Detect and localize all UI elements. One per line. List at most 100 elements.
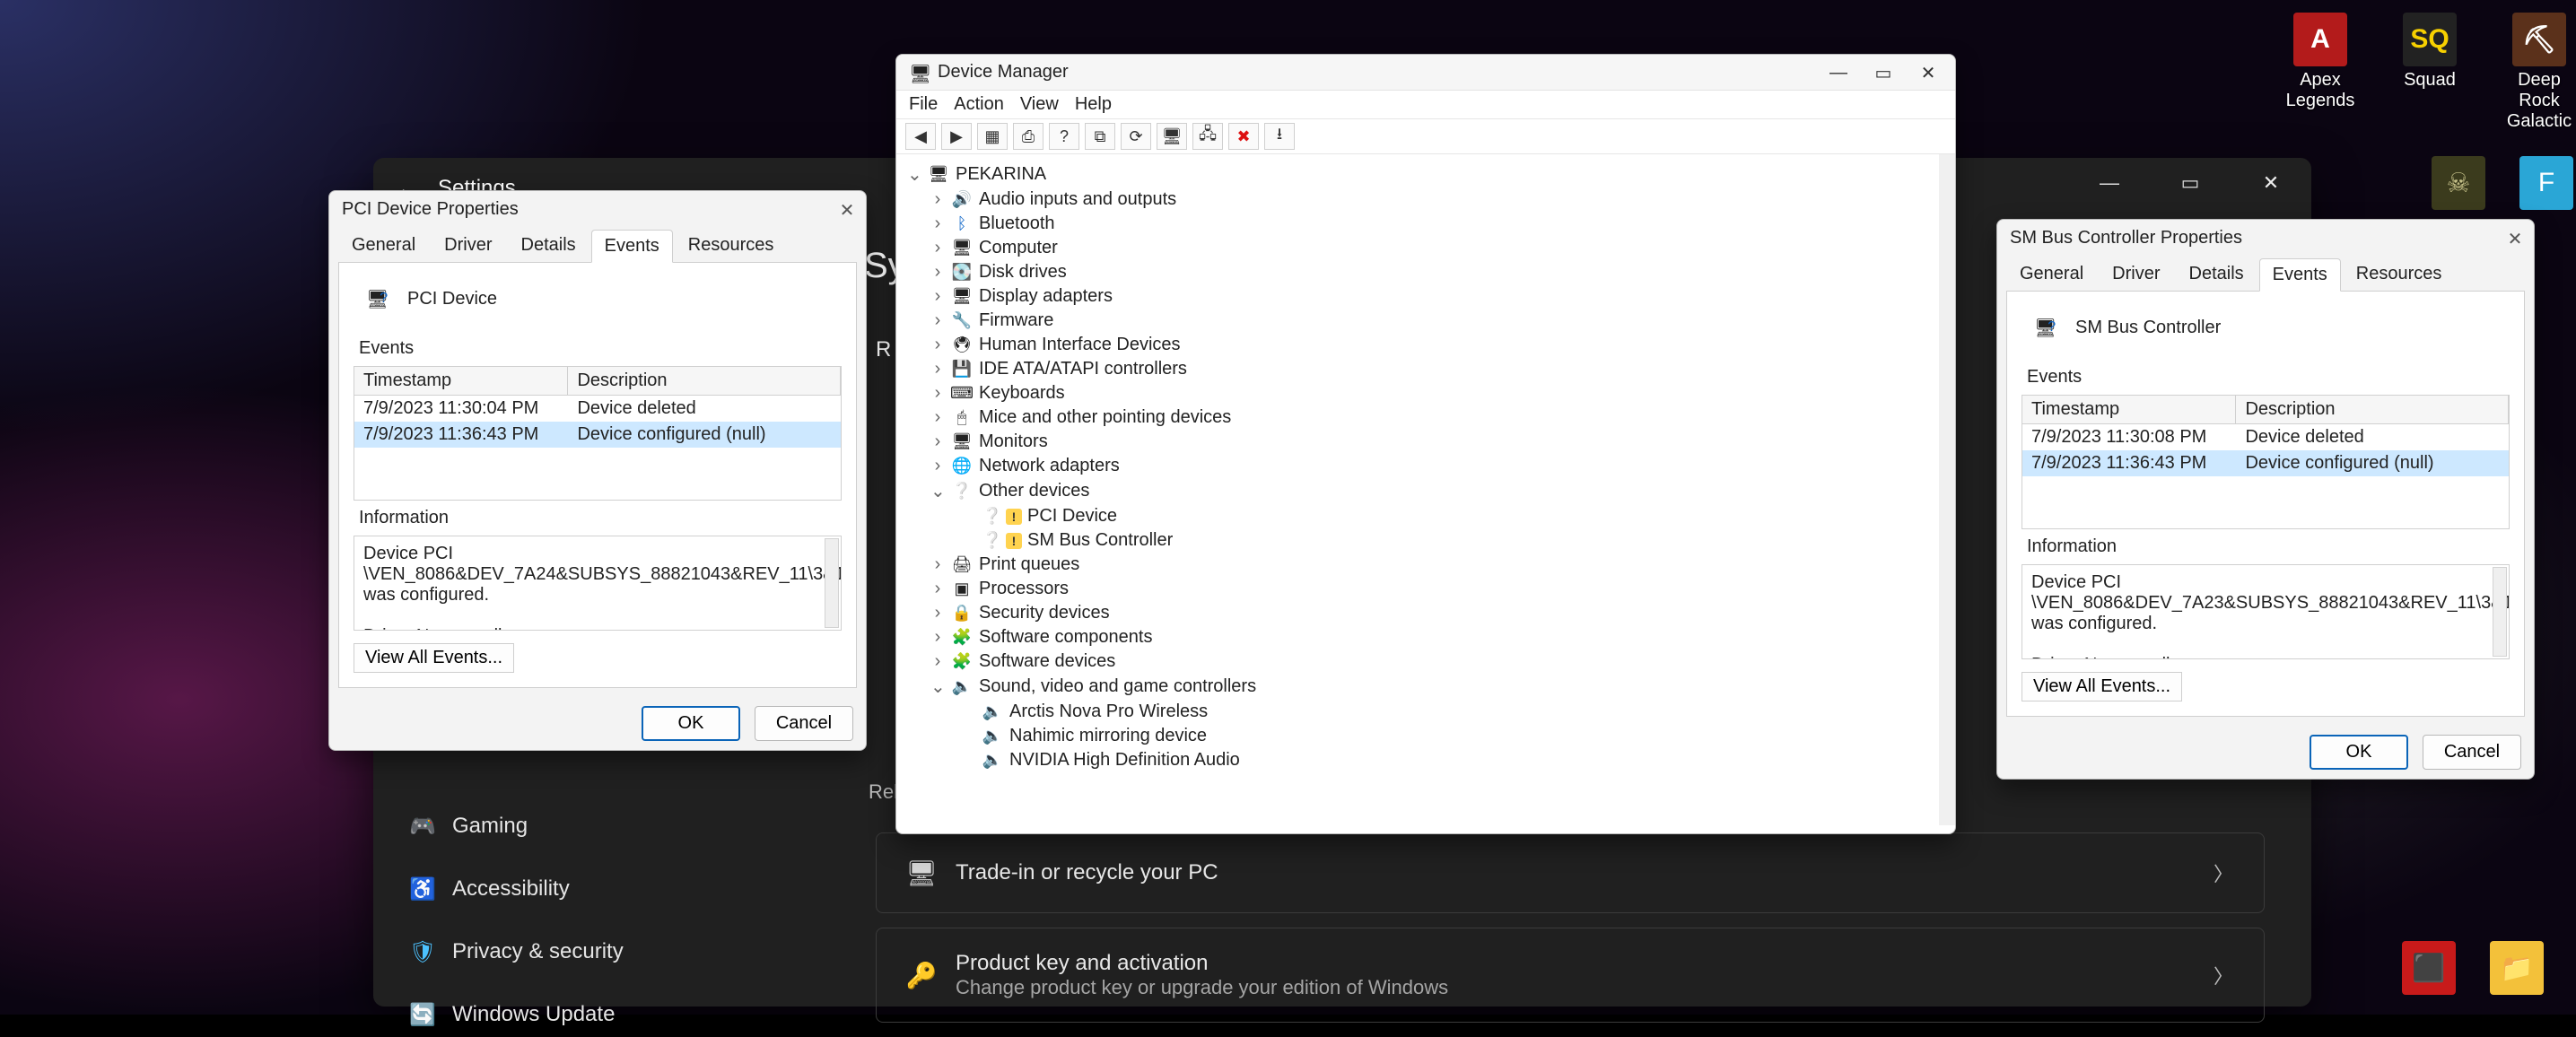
tab[interactable]: Details <box>508 229 589 262</box>
desktop-shortcut[interactable]: SQSquad <box>2392 13 2467 132</box>
column-header[interactable]: Description <box>568 367 841 395</box>
titlebar[interactable]: PCI Device Properties ✕ <box>329 191 866 227</box>
cancel-button[interactable]: Cancel <box>755 706 853 741</box>
tree-node[interactable]: ⌄🔈Sound, video and game controllers <box>907 674 1928 700</box>
tree-node[interactable]: ⌄❔Other devices <box>907 478 1928 504</box>
tab[interactable]: Driver <box>2099 257 2173 291</box>
close-button[interactable]: ✕ <box>2245 165 2297 201</box>
tree-node[interactable]: ›💽Disk drives <box>907 260 1928 284</box>
tab[interactable]: Events <box>2259 258 2341 292</box>
tree-twisty-icon[interactable]: › <box>930 431 945 452</box>
column-header[interactable]: Timestamp <box>2022 396 2236 423</box>
tab[interactable]: General <box>2006 257 2097 291</box>
tree-node[interactable]: ❔!PCI Device <box>907 504 1928 528</box>
tree-node[interactable]: ›🧩Software devices <box>907 649 1928 674</box>
tree-node[interactable]: ❔!SM Bus Controller <box>907 528 1928 553</box>
sidebar-item[interactable]: 🔄Windows Update <box>397 992 684 1037</box>
tree-node[interactable]: ›🔒Security devices <box>907 601 1928 625</box>
tree-twisty-icon[interactable]: › <box>930 238 945 258</box>
column-header[interactable]: Description <box>2236 396 2509 423</box>
tree-node[interactable]: ›🖨Print queues <box>907 553 1928 577</box>
tree-twisty-icon[interactable]: › <box>930 189 945 210</box>
tree-twisty-icon[interactable]: › <box>930 603 945 623</box>
toolbar-button[interactable]: ⭳ <box>1264 123 1295 150</box>
tree-node[interactable]: ›🌐Network adapters <box>907 454 1928 478</box>
desktop-shortcut[interactable]: 📁 <box>2490 941 2544 995</box>
tree-twisty-icon[interactable]: › <box>930 262 945 283</box>
event-row[interactable]: 7/9/2023 11:30:04 PMDevice deleted <box>354 396 841 422</box>
minimize-button[interactable]: — <box>2083 165 2135 201</box>
desktop-shortcut[interactable]: ⬛ <box>2402 941 2456 995</box>
ok-button[interactable]: OK <box>2310 735 2408 770</box>
close-button[interactable]: ✕ <box>834 196 860 223</box>
device-tree[interactable]: ⌄🖥PEKARINA›🔊Audio inputs and outputs›ᛒBl… <box>896 154 1955 825</box>
trade-in-card[interactable]: 🖥 Trade-in or recycle your PC 〉 <box>876 832 2265 913</box>
tree-node[interactable]: ›🔧Firmware <box>907 309 1928 333</box>
toolbar-button[interactable]: 🖥 <box>1157 123 1187 150</box>
maximize-button[interactable]: ▭ <box>2164 165 2216 201</box>
tree-twisty-icon[interactable]: ⌄ <box>907 163 921 186</box>
tree-node[interactable]: ›🧩Software components <box>907 625 1928 649</box>
tree-node[interactable]: ⌄🖥PEKARINA <box>907 161 1928 187</box>
view-all-events-button[interactable]: View All Events... <box>2022 672 2182 702</box>
tree-node[interactable]: ›🔊Audio inputs and outputs <box>907 187 1928 212</box>
tab[interactable]: Events <box>591 230 673 263</box>
events-list[interactable]: TimestampDescription7/9/2023 11:30:04 PM… <box>354 366 842 501</box>
tree-twisty-icon[interactable]: › <box>930 579 945 599</box>
tree-node[interactable]: 🔈Arctis Nova Pro Wireless <box>907 700 1928 724</box>
minimize-button[interactable]: — <box>1819 58 1858 87</box>
tree-twisty-icon[interactable]: › <box>930 627 945 648</box>
sidebar-item[interactable]: 🛡Privacy & security <box>397 929 684 974</box>
maximize-button[interactable]: ▭ <box>1864 58 1903 87</box>
sidebar-item[interactable]: 🎮Gaming <box>397 804 684 849</box>
scrollbar[interactable] <box>825 538 839 628</box>
column-header[interactable]: Timestamp <box>354 367 568 395</box>
tree-node[interactable]: ›ᛒBluetooth <box>907 212 1928 236</box>
tree-twisty-icon[interactable]: ⌄ <box>930 675 945 698</box>
toolbar-button[interactable]: ⎙ <box>1013 123 1043 150</box>
tab[interactable]: General <box>338 229 429 262</box>
toolbar-button[interactable]: ✖ <box>1228 123 1259 150</box>
cancel-button[interactable]: Cancel <box>2423 735 2521 770</box>
close-button[interactable]: ✕ <box>1908 58 1948 87</box>
close-button[interactable]: ✕ <box>2502 225 2528 252</box>
tree-node[interactable]: ›🖥Monitors <box>907 430 1928 454</box>
tree-node[interactable]: ›🖥Computer <box>907 236 1928 260</box>
tree-node[interactable]: ›▣Processors <box>907 577 1928 601</box>
tree-twisty-icon[interactable]: › <box>930 335 945 355</box>
tab[interactable]: Resources <box>2343 257 2456 291</box>
event-row[interactable]: 7/9/2023 11:30:08 PMDevice deleted <box>2022 424 2509 450</box>
desktop-shortcut[interactable]: F <box>2519 156 2573 210</box>
tree-twisty-icon[interactable]: › <box>930 383 945 404</box>
toolbar-button[interactable]: 🖧 <box>1192 123 1223 150</box>
tree-twisty-icon[interactable]: › <box>930 214 945 234</box>
event-row[interactable]: 7/9/2023 11:36:43 PMDevice configured (n… <box>2022 450 2509 476</box>
view-all-events-button[interactable]: View All Events... <box>354 643 514 673</box>
toolbar-button[interactable]: ? <box>1049 123 1079 150</box>
tree-twisty-icon[interactable]: › <box>930 456 945 476</box>
event-row[interactable]: 7/9/2023 11:36:43 PMDevice configured (n… <box>354 422 841 448</box>
tree-node[interactable]: 🔈NVIDIA High Definition Audio <box>907 748 1928 772</box>
events-list[interactable]: TimestampDescription7/9/2023 11:30:08 PM… <box>2022 395 2510 529</box>
toolbar-button[interactable]: ▦ <box>977 123 1008 150</box>
desktop-shortcut[interactable]: ☠ <box>2432 156 2485 210</box>
titlebar[interactable]: 🖥 Device Manager — ▭ ✕ <box>896 55 1955 91</box>
menu-item[interactable]: File <box>909 94 938 115</box>
tree-twisty-icon[interactable]: ⌄ <box>930 480 945 502</box>
menu-item[interactable]: Help <box>1075 94 1112 115</box>
tab[interactable]: Resources <box>675 229 788 262</box>
tree-node[interactable]: 🔈Nahimic mirroring device <box>907 724 1928 748</box>
tree-twisty-icon[interactable]: › <box>930 310 945 331</box>
tree-node[interactable]: ›🖱Mice and other pointing devices <box>907 405 1928 430</box>
menu-item[interactable]: View <box>1020 94 1059 115</box>
tree-twisty-icon[interactable]: › <box>930 651 945 672</box>
ok-button[interactable]: OK <box>642 706 740 741</box>
sidebar-item[interactable]: ♿Accessibility <box>397 867 684 911</box>
menu-item[interactable]: Action <box>954 94 1004 115</box>
tree-node[interactable]: ›💾IDE ATA/ATAPI controllers <box>907 357 1928 381</box>
tree-node[interactable]: ›🖥Display adapters <box>907 284 1928 309</box>
toolbar-button[interactable]: ⧉ <box>1085 123 1115 150</box>
desktop-shortcut[interactable]: AApex Legends <box>2283 13 2358 132</box>
toolbar-button[interactable]: ▶ <box>941 123 972 150</box>
tree-twisty-icon[interactable]: › <box>930 407 945 428</box>
